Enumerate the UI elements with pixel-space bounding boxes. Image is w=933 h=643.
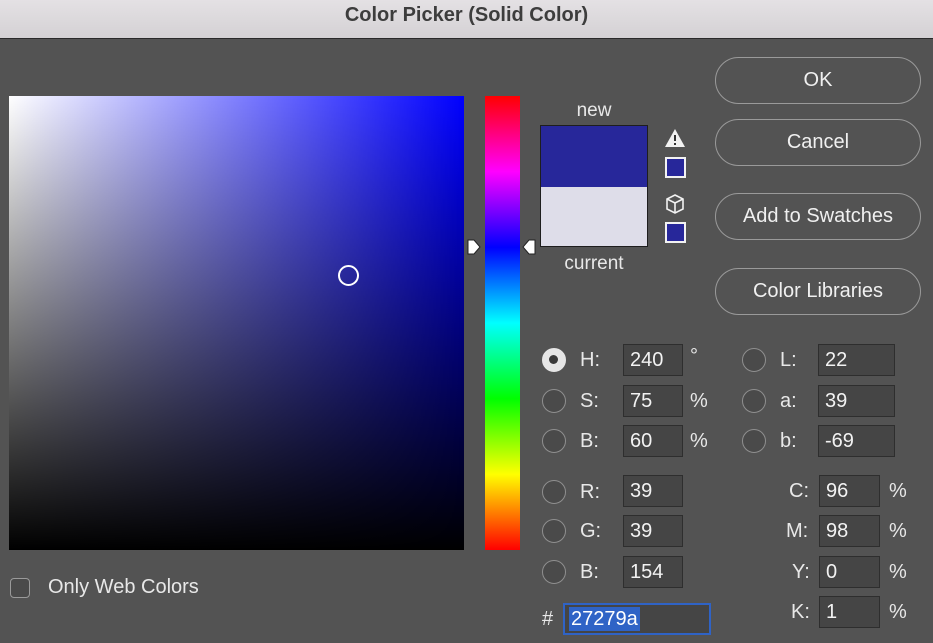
web-safe-swatch[interactable] — [665, 222, 686, 243]
hue-slider[interactable] — [485, 96, 520, 550]
current-color-swatch[interactable] — [540, 187, 648, 247]
radio-green[interactable] — [542, 519, 566, 543]
hue-label: H: — [580, 349, 600, 371]
saturation-input[interactable]: 75 — [623, 385, 683, 417]
lab-l-label: L: — [780, 349, 797, 371]
hue-input[interactable]: 240 — [623, 344, 683, 376]
radio-lab-a[interactable] — [742, 389, 766, 413]
color-libraries-button[interactable]: Color Libraries — [715, 268, 921, 315]
lab-a-input[interactable]: 39 — [818, 385, 895, 417]
ok-button[interactable]: OK — [715, 57, 921, 104]
hue-unit: ° — [690, 345, 698, 367]
yellow-label: Y: — [792, 561, 810, 583]
radio-hue[interactable] — [542, 348, 566, 372]
blue-label: B: — [580, 561, 599, 583]
new-color-swatch — [540, 125, 648, 187]
black-input[interactable]: 1 — [819, 596, 880, 628]
hex-value: 27279a — [569, 607, 640, 631]
color-cursor[interactable] — [338, 265, 359, 286]
green-label: G: — [580, 520, 602, 542]
saturation-unit: % — [690, 390, 708, 412]
lab-a-label: a: — [780, 390, 797, 412]
radio-brightness[interactable] — [542, 429, 566, 453]
new-color-label: new — [576, 100, 612, 121]
cube-icon[interactable] — [665, 193, 685, 215]
radio-saturation[interactable] — [542, 389, 566, 413]
lab-l-input[interactable]: 22 — [818, 344, 895, 376]
cyan-label: C: — [789, 480, 809, 502]
lab-b-label: b: — [780, 430, 797, 452]
magenta-label: M: — [786, 520, 809, 542]
gamut-warning-swatch[interactable] — [665, 157, 686, 178]
lab-b-input[interactable]: -69 — [818, 425, 895, 457]
hue-slider-left-arrow-icon[interactable] — [467, 239, 481, 255]
brightness-label: B: — [580, 430, 599, 452]
saturation-brightness-field[interactable] — [9, 96, 464, 550]
cyan-unit: % — [889, 480, 907, 502]
saturation-label: S: — [580, 390, 599, 412]
magenta-unit: % — [889, 520, 907, 542]
radio-blue[interactable] — [542, 560, 566, 584]
yellow-input[interactable]: 0 — [819, 556, 880, 588]
yellow-unit: % — [889, 561, 907, 583]
black-unit: % — [889, 601, 907, 623]
blue-input[interactable]: 154 — [623, 556, 683, 588]
radio-lab-b[interactable] — [742, 429, 766, 453]
green-input[interactable]: 39 — [623, 515, 683, 547]
hex-label: # — [542, 608, 554, 630]
black-label: K: — [791, 601, 810, 623]
red-input[interactable]: 39 — [623, 475, 683, 507]
warning-triangle-icon[interactable] — [664, 128, 686, 148]
radio-red[interactable] — [542, 480, 566, 504]
hue-slider-right-arrow-icon[interactable] — [522, 239, 536, 255]
brightness-input[interactable]: 60 — [623, 425, 683, 457]
only-web-colors-checkbox[interactable] — [10, 578, 30, 598]
radio-lightness[interactable] — [742, 348, 766, 372]
current-color-label: current — [564, 253, 624, 274]
red-label: R: — [580, 481, 600, 503]
magenta-input[interactable]: 98 — [819, 515, 880, 547]
brightness-unit: % — [690, 430, 708, 452]
add-to-swatches-button[interactable]: Add to Swatches — [715, 193, 921, 240]
hex-input[interactable]: 27279a — [563, 603, 711, 635]
only-web-colors-label[interactable]: Only Web Colors — [48, 576, 199, 599]
window-titlebar: Color Picker (Solid Color) — [0, 0, 933, 39]
cancel-button[interactable]: Cancel — [715, 119, 921, 166]
window-title: Color Picker (Solid Color) — [344, 4, 589, 26]
cyan-input[interactable]: 96 — [819, 475, 880, 507]
